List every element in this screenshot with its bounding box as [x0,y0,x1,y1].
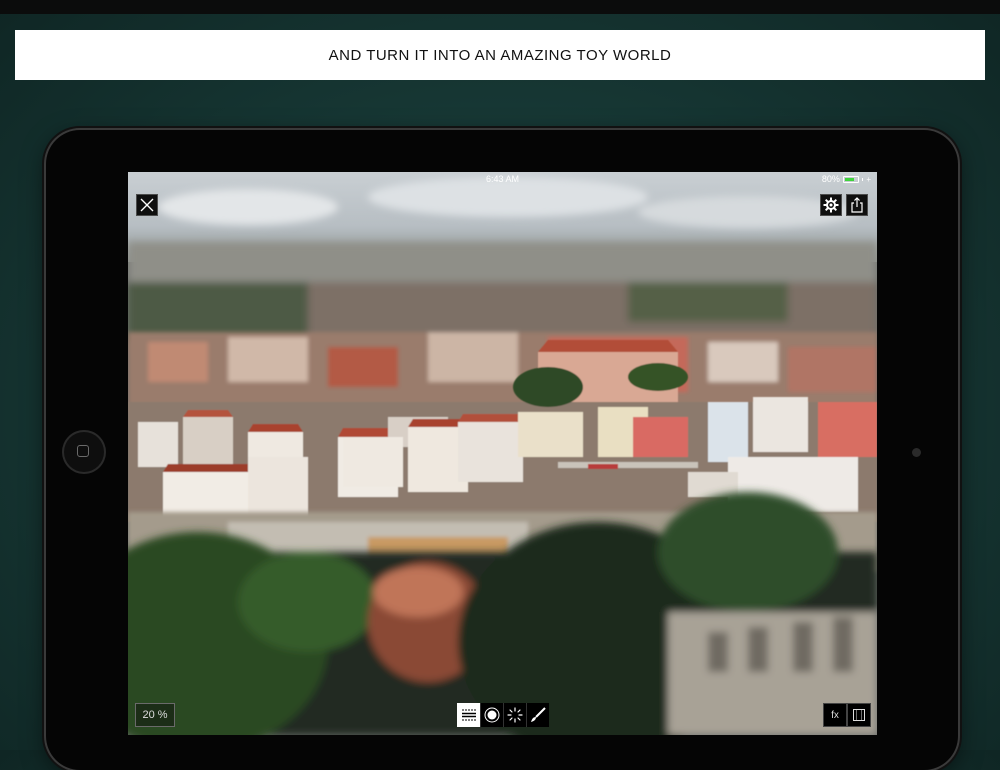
camera-dot [912,448,921,457]
gear-icon [823,197,839,213]
photo-screen[interactable]: 6:43 AM 80% + 20 % fx [128,172,877,735]
linear-blur-icon [461,709,476,721]
linear-blur-tool[interactable] [457,703,480,727]
spinner-tool[interactable] [503,703,526,727]
home-square-icon [77,445,89,457]
share-button[interactable] [846,194,868,216]
home-button[interactable] [62,430,106,474]
frame-button[interactable] [847,703,871,727]
spinner-icon [507,707,523,723]
radial-blur-icon [484,707,500,723]
battery-tip [861,177,864,181]
tilt-shift-photo [128,172,877,735]
fx-button[interactable]: fx [823,703,847,727]
battery-fill [844,177,855,181]
settings-button[interactable] [820,194,842,216]
close-button[interactable] [136,194,158,216]
brush-icon [531,707,546,722]
status-time: 6:43 AM [485,174,520,184]
battery-percent: 80% [821,174,840,184]
blur-strength-label[interactable]: 20 % [135,703,175,727]
caption-banner: AND TURN IT INTO AN AMAZING TOY WORLD [15,30,985,80]
charging-icon: + [866,174,871,184]
top-strip [0,0,1000,14]
bottom-right-controls: fx [823,703,871,727]
frame-icon [853,709,865,721]
brush-tool[interactable] [526,703,549,727]
close-icon [140,198,154,212]
radial-blur-tool[interactable] [480,703,503,727]
share-icon [851,197,863,213]
blur-tool-selector [457,703,549,727]
battery-indicator: 80% + [822,174,871,184]
battery-icon [842,175,859,183]
caption-text: AND TURN IT INTO AN AMAZING TOY WORLD [328,46,672,64]
